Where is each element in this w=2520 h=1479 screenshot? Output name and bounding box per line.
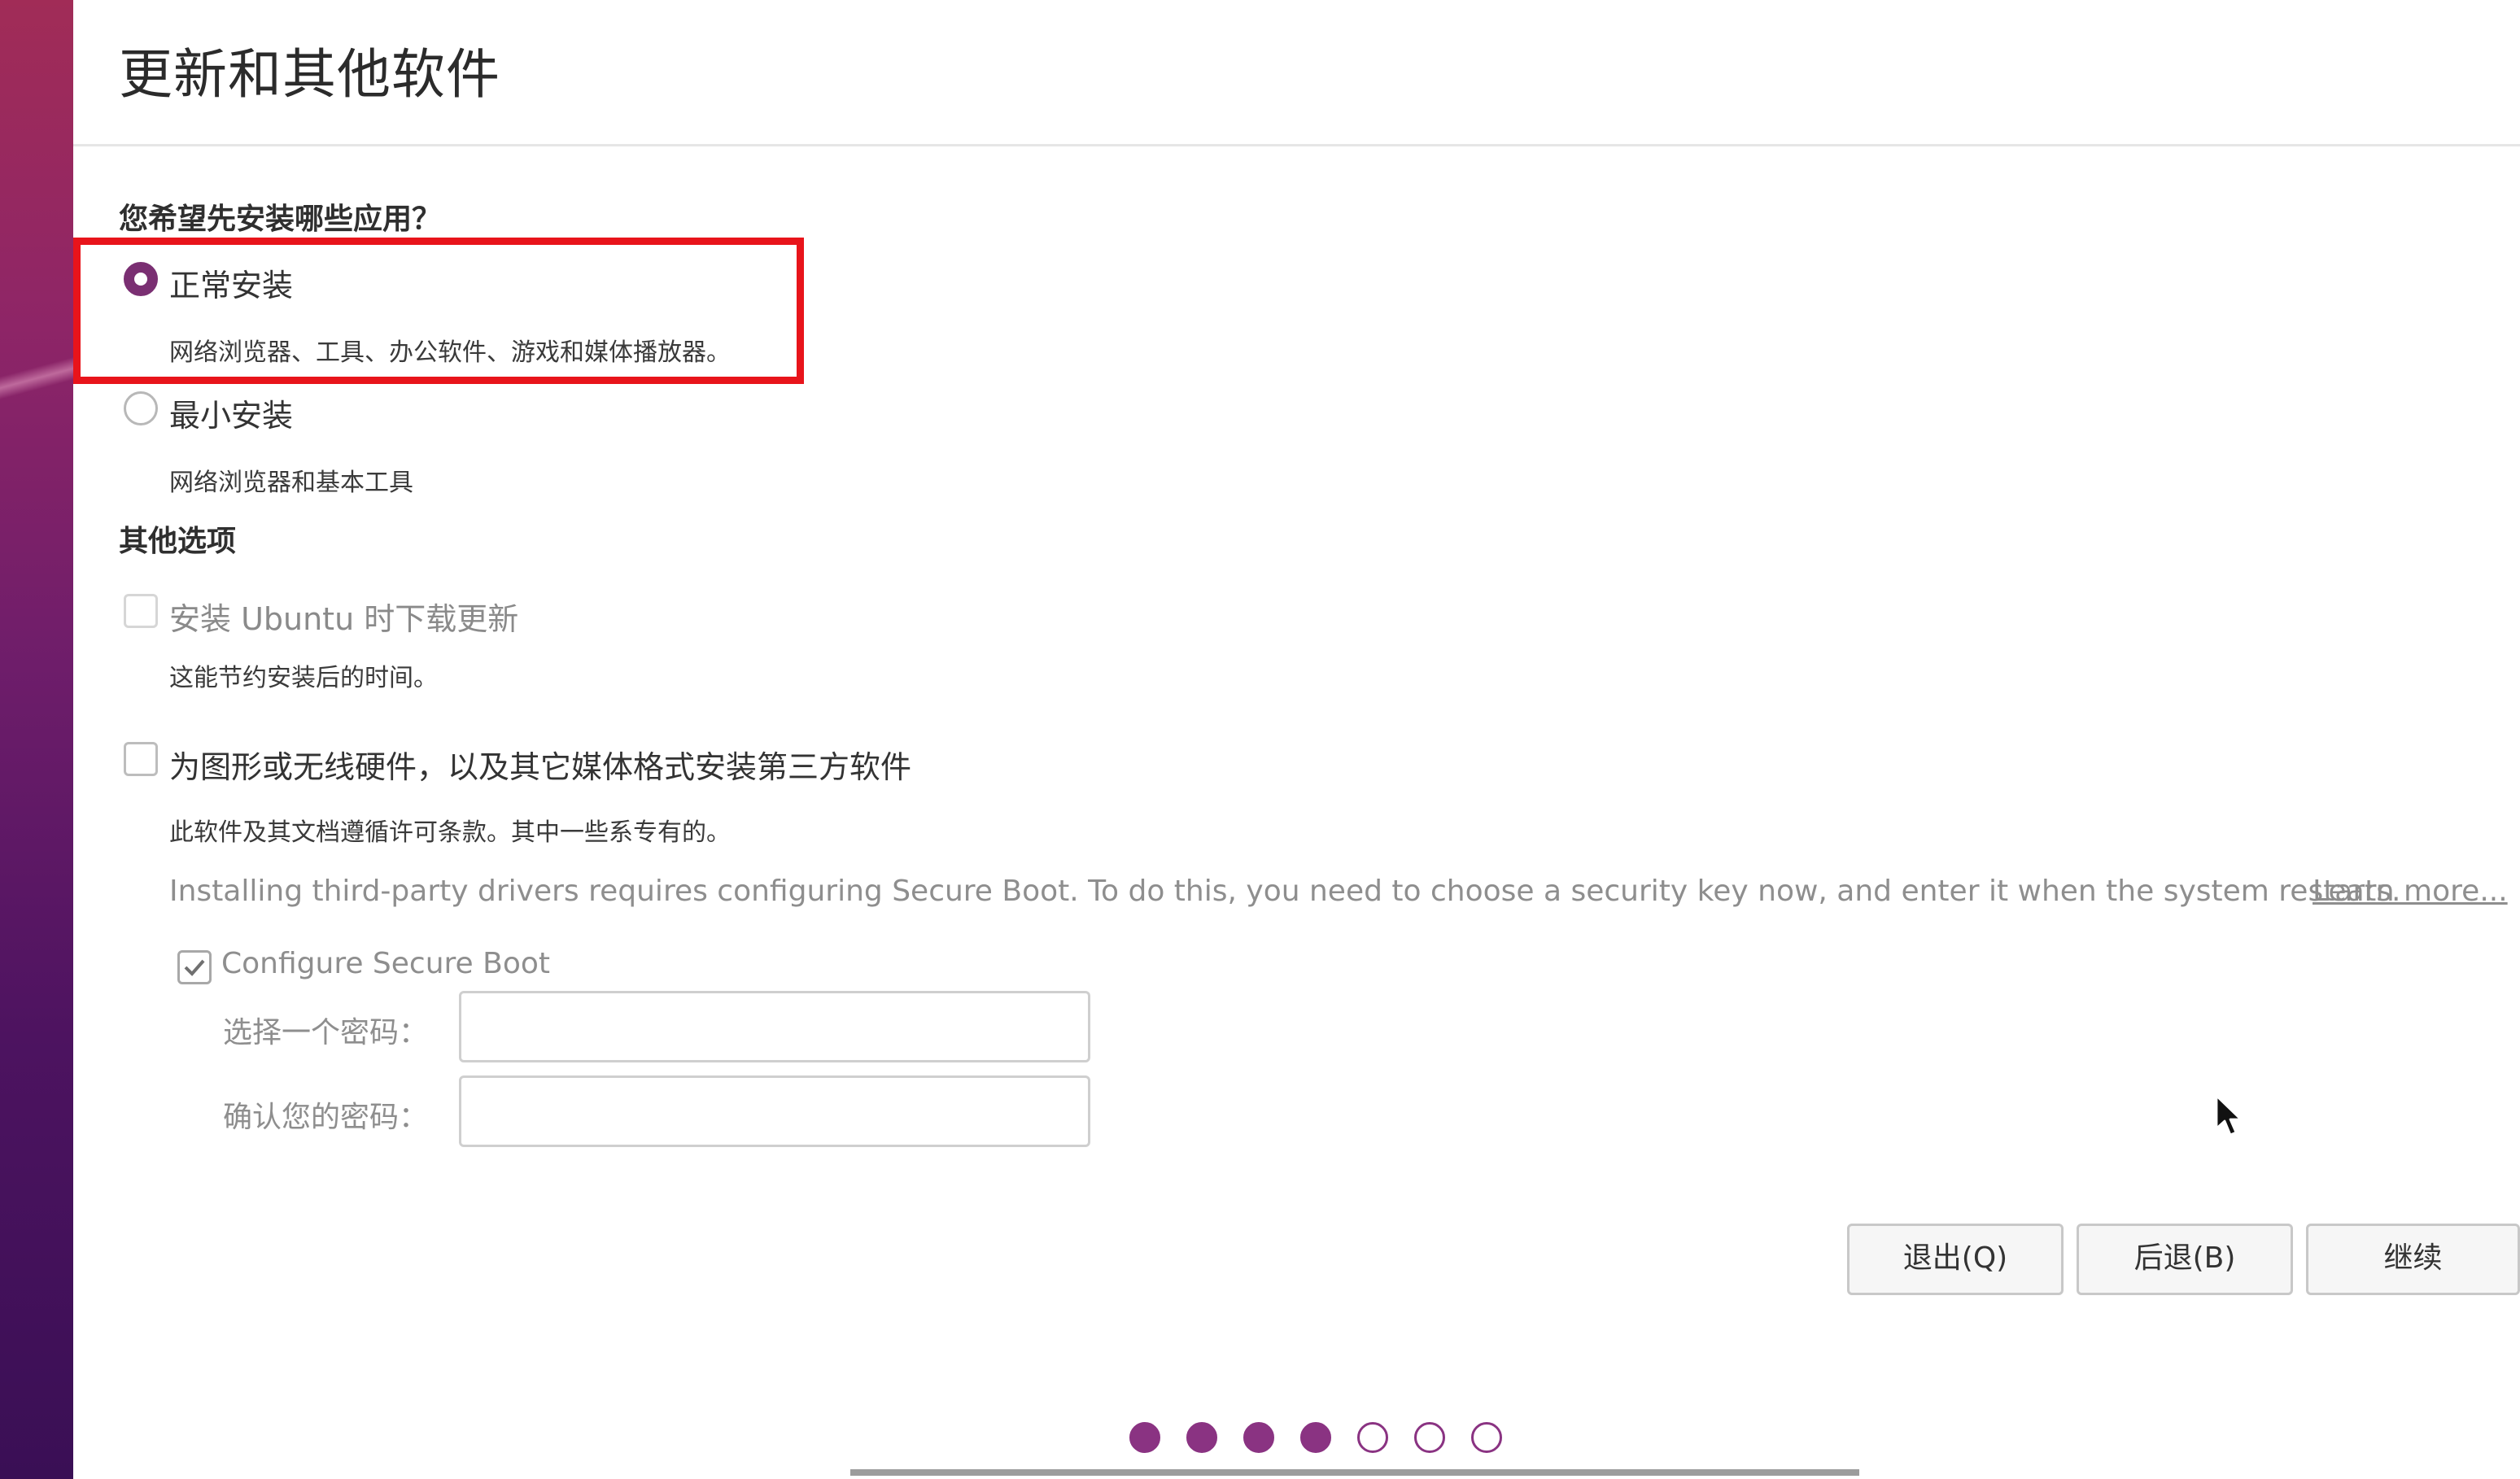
step-dot-6 [1414, 1422, 1445, 1453]
confirm-password-input[interactable] [459, 1075, 1090, 1147]
minimal-install-radio[interactable] [124, 391, 158, 425]
confirm-password-label: 确认您的密码： [223, 1101, 429, 1134]
desktop-wallpaper [0, 0, 73, 1479]
back-button[interactable]: 后退(B) [2077, 1224, 2293, 1295]
other-options-heading: 其他选项 [119, 525, 237, 558]
window-bottom-edge [850, 1469, 1859, 1476]
configure-secure-boot-checkbox[interactable] [177, 950, 212, 984]
normal-install-description: 网络浏览器、工具、办公软件、游戏和媒体播放器。 [169, 338, 731, 367]
page-title: 更新和其他软件 [119, 43, 500, 106]
download-updates-description: 这能节约安装后的时间。 [169, 664, 438, 692]
normal-install-label[interactable]: 正常安装 [169, 260, 293, 305]
title-divider [73, 144, 2520, 146]
password-input[interactable] [459, 991, 1090, 1062]
screen: 更新和其他软件 您希望先安装哪些应用？ 正常安装 网络浏览器、工具、办公软件、游… [0, 0, 2520, 1479]
step-dot-2 [1186, 1422, 1217, 1453]
third-party-label[interactable]: 为图形或无线硬件，以及其它媒体格式安装第三方软件 [169, 742, 911, 787]
step-dot-7 [1471, 1422, 1502, 1453]
minimal-install-description: 网络浏览器和基本工具 [169, 469, 413, 497]
download-updates-label[interactable]: 安装 Ubuntu 时下载更新 [169, 594, 518, 639]
normal-install-radio[interactable] [124, 262, 158, 296]
step-dot-5 [1357, 1422, 1388, 1453]
continue-button[interactable]: 继续 [2306, 1224, 2520, 1295]
step-dot-1 [1129, 1422, 1160, 1453]
wallpaper-light-streak [0, 350, 73, 407]
installer-window: 更新和其他软件 您希望先安装哪些应用？ 正常安装 网络浏览器、工具、办公软件、游… [73, 0, 2520, 1479]
download-updates-checkbox[interactable] [124, 594, 158, 628]
mouse-pointer-icon [2215, 1094, 2243, 1137]
minimal-install-label[interactable]: 最小安装 [169, 390, 293, 435]
checkmark-icon [184, 959, 205, 976]
quit-button[interactable]: 退出(Q) [1847, 1224, 2064, 1295]
step-dot-4 [1300, 1422, 1331, 1453]
password-label: 选择一个密码： [223, 1016, 429, 1049]
learn-more-link[interactable]: Learn more... [2313, 875, 2508, 908]
configure-secure-boot-label[interactable]: Configure Secure Boot [221, 947, 550, 980]
secure-boot-note: Installing third-party drivers requires … [169, 875, 2401, 908]
third-party-checkbox[interactable] [124, 742, 158, 776]
install-type-heading: 您希望先安装哪些应用？ [119, 203, 442, 236]
step-dot-3 [1243, 1422, 1274, 1453]
third-party-description: 此软件及其文档遵循许可条款。其中一些系专有的。 [169, 818, 731, 847]
